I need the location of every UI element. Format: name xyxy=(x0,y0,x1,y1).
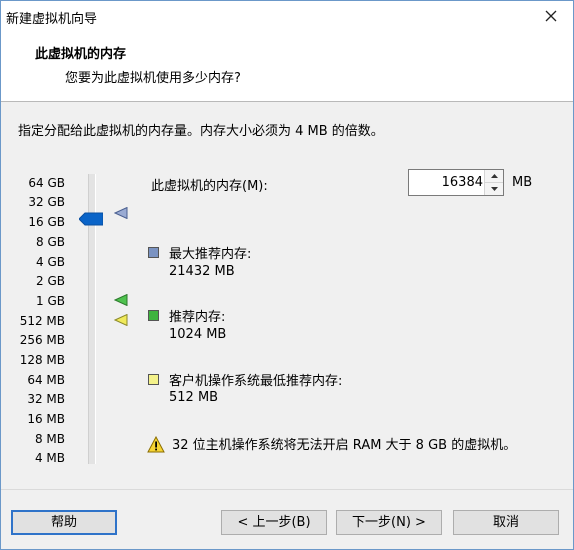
arrow-down-icon xyxy=(490,187,498,191)
legend-value-recommended: 1024 MB xyxy=(169,327,227,342)
memory-label: 此虚拟机的内存(M): xyxy=(151,179,268,194)
spin-up-button[interactable] xyxy=(485,170,503,183)
scale-label: 32 GB xyxy=(28,195,65,209)
instruction-text: 指定分配给此虚拟机的内存量。内存大小必须为 4 MB 的倍数。 xyxy=(18,124,384,139)
wizard-body: 指定分配给此虚拟机的内存量。内存大小必须为 4 MB 的倍数。 64 GB 32… xyxy=(1,102,573,489)
max-recommended-marker-icon xyxy=(114,207,128,219)
memory-slider-thumb[interactable] xyxy=(79,212,103,226)
min-recommended-marker-icon xyxy=(114,314,128,326)
next-button[interactable]: 下一步(N) > xyxy=(336,510,442,535)
warning-text: 32 位主机操作系统将无法开启 RAM 大于 8 GB 的虚拟机。 xyxy=(172,438,517,453)
close-button[interactable] xyxy=(541,6,561,26)
scale-label: 512 MB xyxy=(19,314,65,328)
close-icon xyxy=(545,10,557,22)
recommended-marker-icon xyxy=(114,294,128,306)
legend-title-min: 客户机操作系统最低推荐内存: xyxy=(169,374,343,389)
legend-title-recommended: 推荐内存: xyxy=(169,310,226,325)
legend-value-min: 512 MB xyxy=(169,390,219,405)
wizard-footer: 帮助 < 上一步(B) 下一步(N) > 取消 xyxy=(1,490,573,549)
scale-label: 4 MB xyxy=(34,451,65,465)
legend-swatch-recommended xyxy=(148,310,159,321)
scale-label: 16 GB xyxy=(28,215,65,229)
cancel-button[interactable]: 取消 xyxy=(453,510,559,535)
scale-label: 1 GB xyxy=(36,294,65,308)
scale-label: 32 MB xyxy=(27,392,65,406)
window-title: 新建虚拟机向导 xyxy=(6,12,98,27)
wizard-header: 此虚拟机的内存 您要为此虚拟机使用多少内存? xyxy=(1,32,573,101)
page-title: 此虚拟机的内存 xyxy=(35,47,127,62)
memory-spinbox[interactable]: 16384 xyxy=(408,169,504,196)
legend-title-max: 最大推荐内存: xyxy=(169,247,252,262)
title-bar: 新建虚拟机向导 xyxy=(1,1,573,32)
arrow-up-icon xyxy=(490,174,498,178)
scale-label: 128 MB xyxy=(19,353,65,367)
scale-label: 8 GB xyxy=(36,235,65,249)
scale-label: 256 MB xyxy=(19,333,65,347)
scale-label: 64 GB xyxy=(28,176,65,190)
legend-value-max: 21432 MB xyxy=(169,264,235,279)
warning-icon xyxy=(147,436,165,453)
memory-unit: MB xyxy=(512,175,533,190)
scale-label: 16 MB xyxy=(27,412,65,426)
scale-label: 4 GB xyxy=(36,255,65,269)
page-subtitle: 您要为此虚拟机使用多少内存? xyxy=(65,71,241,86)
spin-down-button[interactable] xyxy=(485,183,503,195)
memory-input[interactable]: 16384 xyxy=(409,170,485,195)
scale-label: 64 MB xyxy=(27,373,65,387)
legend-swatch-min xyxy=(148,374,159,385)
scale-label: 2 GB xyxy=(36,274,65,288)
back-button[interactable]: < 上一步(B) xyxy=(221,510,327,535)
legend-swatch-max xyxy=(148,247,159,258)
spin-buttons xyxy=(484,170,503,195)
wizard-window: 新建虚拟机向导 此虚拟机的内存 您要为此虚拟机使用多少内存? 指定分配给此虚拟机… xyxy=(0,0,574,550)
scale-label: 8 MB xyxy=(34,432,65,446)
help-button[interactable]: 帮助 xyxy=(11,510,117,535)
